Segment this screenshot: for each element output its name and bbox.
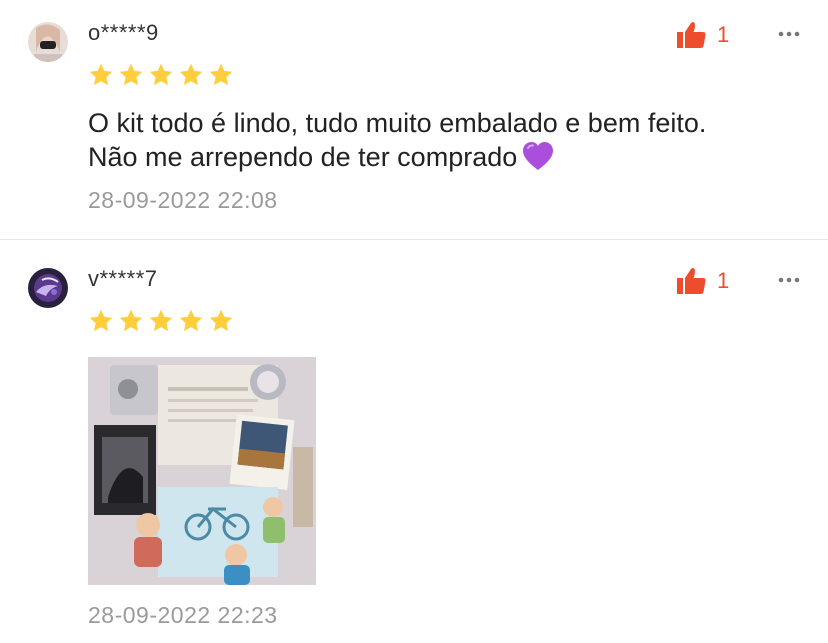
- more-dots-icon: [778, 277, 800, 283]
- star-icon: [209, 309, 233, 332]
- star-icon: [179, 309, 203, 332]
- avatar[interactable]: [28, 22, 68, 62]
- star-icon: [209, 63, 233, 86]
- star-icon: [89, 63, 113, 86]
- star-rating: [88, 308, 234, 334]
- thumbs-up-icon: [677, 268, 706, 294]
- like-button[interactable]: 1: [677, 267, 729, 295]
- review-photo[interactable]: [88, 357, 316, 585]
- star-icon: [119, 309, 143, 332]
- comment-text: Não me arrependo de ter comprado: [88, 142, 518, 172]
- thumbs-up-icon: [677, 22, 706, 48]
- review-comment: O kit todo é lindo, tudo muito embalado …: [88, 106, 788, 180]
- avatar[interactable]: [28, 268, 68, 308]
- star-rating: [88, 62, 234, 88]
- star-icon: [89, 309, 113, 332]
- review-date: 28-09-2022 22:08: [88, 187, 278, 213]
- like-count: 1: [717, 22, 730, 47]
- purple-heart-icon: [521, 140, 555, 180]
- star-icon: [149, 63, 173, 86]
- like-button[interactable]: 1: [677, 21, 729, 49]
- star-icon: [149, 309, 173, 332]
- like-count: 1: [717, 268, 730, 293]
- more-options-button[interactable]: [777, 268, 801, 292]
- more-dots-icon: [778, 31, 800, 37]
- username: v*****7: [88, 266, 158, 291]
- comment-line: O kit todo é lindo, tudo muito embalado …: [88, 108, 707, 138]
- more-options-button[interactable]: [777, 22, 801, 46]
- username: o*****9: [88, 20, 159, 45]
- star-icon: [179, 63, 203, 86]
- star-icon: [119, 63, 143, 86]
- divider: [0, 239, 828, 240]
- review-date: 28-09-2022 22:23: [88, 602, 278, 628]
- comment-line-with-emoji: Não me arrependo de ter comprado: [88, 140, 788, 180]
